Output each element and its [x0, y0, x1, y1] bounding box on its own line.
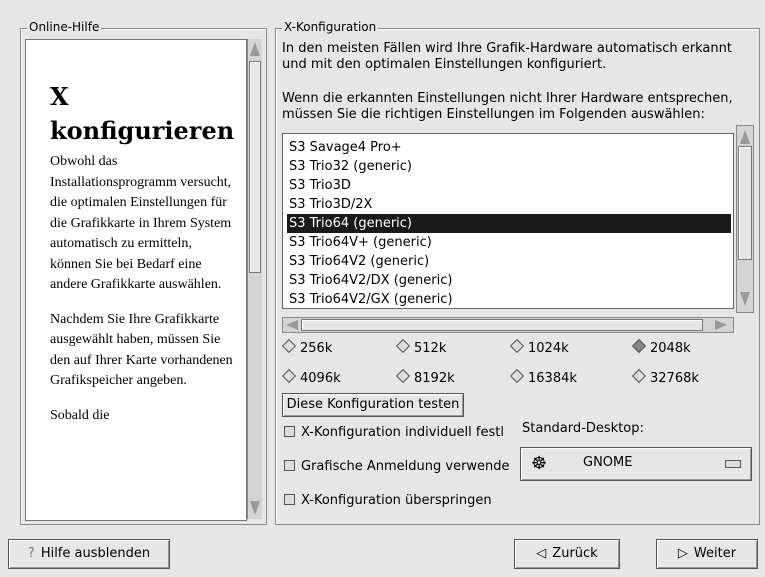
- radio-label: 256k: [300, 341, 333, 356]
- radio-label: 512k: [414, 341, 447, 356]
- help-panel-title: Online-Hilfe: [27, 20, 102, 34]
- radio-label: 16384k: [528, 371, 577, 386]
- memory-radio-32768k[interactable]: 32768k: [631, 368, 699, 386]
- help-heading-line2: konfigurieren: [50, 116, 235, 145]
- radio-dot-icon: [281, 338, 297, 354]
- memory-radio-4096k[interactable]: 4096k: [281, 368, 341, 386]
- back-label: Zurück: [552, 546, 598, 561]
- gnome-foot-icon: ☸: [531, 453, 548, 474]
- help-panel: Online-Hilfe X konfigurieren Obwohl das …: [20, 20, 267, 525]
- back-arrow-icon: ◁: [536, 546, 547, 561]
- radio-dot-icon: [281, 368, 297, 384]
- checkbox-icon: [284, 460, 295, 471]
- list-item[interactable]: S3 Savage4 Pro+: [287, 138, 731, 157]
- radio-label: 4096k: [300, 371, 341, 386]
- scroll-right-arrow-icon[interactable]: [715, 320, 727, 330]
- checkbox-icon: [284, 494, 295, 505]
- scroll-left-arrow-icon[interactable]: [286, 320, 298, 330]
- x-config-panel: X-Konfiguration In den meisten Fällen wi…: [275, 20, 760, 525]
- checkbox-label: Grafische Anmeldung verwende: [301, 459, 510, 474]
- help-scrollbar[interactable]: [247, 39, 262, 519]
- desktop-label: Standard-Desktop:: [522, 421, 644, 436]
- list-item[interactable]: S3 Trio64V2/GX (generic): [287, 290, 731, 308]
- list-item[interactable]: S3 Trio32 (generic): [287, 157, 731, 176]
- help-paragraph-2: Nachdem Sie Ihre Grafikkarte ausgewählt …: [50, 311, 233, 389]
- card-list-vscrollbar[interactable]: [736, 125, 754, 313]
- x-config-description-1: In den meisten Fällen wird Ihre Grafik-H…: [282, 41, 752, 73]
- radio-dot-icon: [509, 368, 525, 384]
- card-list-hscrollbar[interactable]: [282, 317, 734, 333]
- radio-label: 2048k: [650, 341, 691, 356]
- memory-radio-1024k[interactable]: 1024k: [509, 338, 569, 356]
- help-heading-line1: X: [50, 82, 69, 111]
- help-paragraph-1: Obwohl das Installationsprogramm versuch…: [50, 154, 232, 292]
- back-button[interactable]: ◁ Zurück: [514, 539, 620, 569]
- next-arrow-icon: ▷: [677, 546, 688, 561]
- list-item[interactable]: S3 Trio64V2/DX (generic): [287, 271, 731, 290]
- card-list-hscroll-thumb[interactable]: [301, 319, 703, 331]
- custom-config-checkbox[interactable]: X-Konfiguration individuell festl: [284, 425, 512, 440]
- scroll-up-arrow-icon[interactable]: [250, 42, 260, 56]
- hide-help-button[interactable]: ? Hilfe ausblenden: [8, 539, 170, 569]
- checkbox-label: X-Konfiguration individuell festl: [301, 425, 504, 440]
- video-card-list[interactable]: S3 Savage4 Pro+ S3 Trio32 (generic) S3 T…: [282, 133, 734, 309]
- memory-radio-16384k[interactable]: 16384k: [509, 368, 577, 386]
- x-config-title: X-Konfiguration: [282, 20, 379, 34]
- help-paragraph-3: Sobald die: [50, 407, 110, 423]
- radio-dot-icon: [395, 338, 411, 354]
- scroll-up-arrow-icon[interactable]: [740, 130, 750, 144]
- dropdown-indicator-icon: [725, 460, 741, 468]
- x-config-description-2: Wenn die erkannten Einstellungen nicht I…: [282, 91, 752, 123]
- radio-dot-icon: [509, 338, 525, 354]
- card-list-vscroll-thumb[interactable]: [738, 146, 752, 260]
- list-item[interactable]: S3 Trio64V2 (generic): [287, 252, 731, 271]
- memory-radio-512k[interactable]: 512k: [395, 338, 447, 356]
- test-config-button[interactable]: Diese Konfiguration testen: [282, 393, 464, 417]
- list-item[interactable]: S3 Trio64V+ (generic): [287, 233, 731, 252]
- list-item[interactable]: S3 Trio3D: [287, 176, 731, 195]
- next-button[interactable]: ▷ Weiter: [656, 539, 758, 569]
- radio-dot-icon: [631, 338, 647, 354]
- list-item-selected[interactable]: S3 Trio64 (generic): [287, 214, 731, 233]
- radio-label: 8192k: [414, 371, 455, 386]
- memory-radio-2048k[interactable]: 2048k: [631, 338, 691, 356]
- list-item[interactable]: S3 Trio3D/2X: [287, 195, 731, 214]
- desktop-select[interactable]: ☸ GNOME: [520, 447, 752, 481]
- scroll-down-arrow-icon[interactable]: [250, 501, 260, 515]
- radio-dot-icon: [631, 368, 647, 384]
- hide-help-label: Hilfe ausblenden: [40, 546, 151, 561]
- memory-radio-8192k[interactable]: 8192k: [395, 368, 455, 386]
- skip-config-checkbox[interactable]: X-Konfiguration überspringen: [284, 493, 512, 508]
- help-scrollbar-thumb[interactable]: [249, 61, 261, 273]
- radio-label: 1024k: [528, 341, 569, 356]
- desc1-line2: und mit den optimalen Einstellungen konf…: [282, 57, 607, 72]
- desc2-line1: Wenn die erkannten Einstellungen nicht I…: [282, 91, 733, 106]
- help-heading: X konfigurieren: [50, 80, 246, 148]
- desktop-select-value: GNOME: [583, 455, 633, 470]
- graphical-login-checkbox[interactable]: Grafische Anmeldung verwende: [284, 459, 512, 474]
- desc1-line1: In den meisten Fällen wird Ihre Grafik-H…: [282, 41, 732, 56]
- radio-label: 32768k: [650, 371, 699, 386]
- scroll-down-arrow-icon[interactable]: [740, 292, 750, 306]
- checkbox-icon: [284, 426, 295, 437]
- desc2-line2: müssen Sie die richtigen Einstellungen i…: [282, 107, 705, 122]
- help-icon: ?: [27, 546, 35, 561]
- radio-dot-icon: [395, 368, 411, 384]
- memory-radio-256k[interactable]: 256k: [281, 338, 333, 356]
- help-content: X konfigurieren Obwohl das Installations…: [25, 39, 247, 521]
- next-label: Weiter: [693, 546, 737, 561]
- checkbox-label: X-Konfiguration überspringen: [301, 493, 492, 508]
